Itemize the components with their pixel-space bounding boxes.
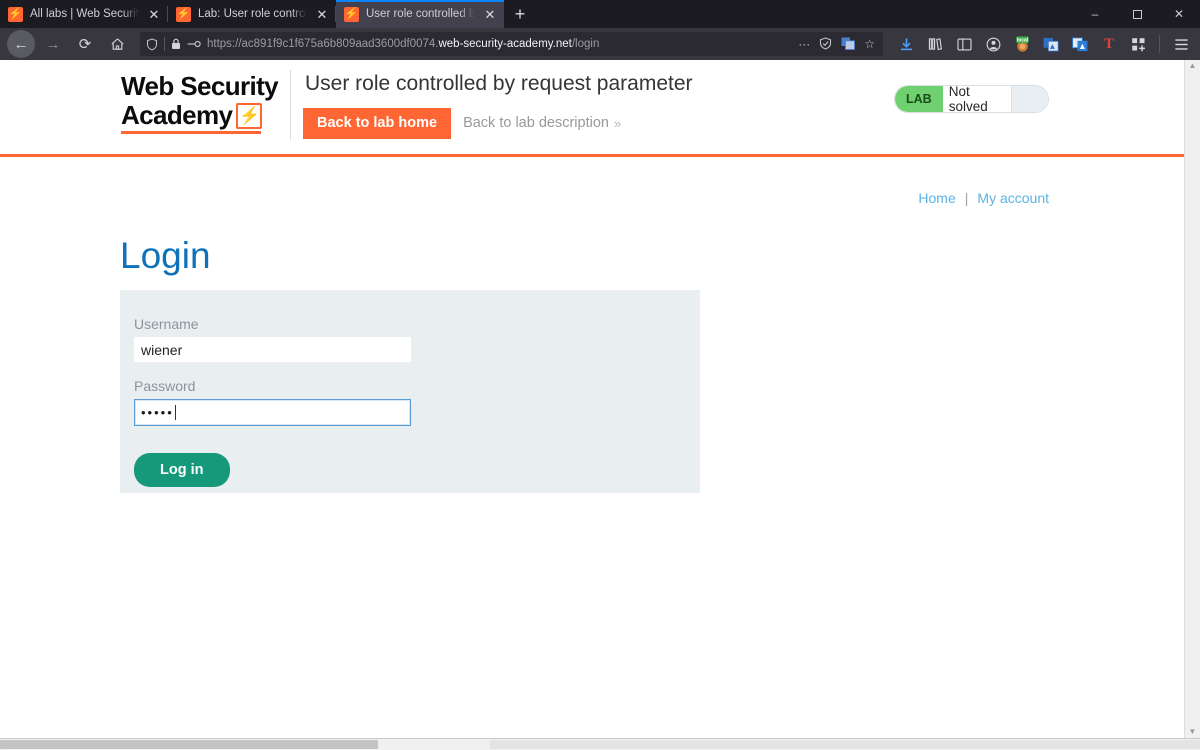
minimize-button[interactable]: –: [1074, 0, 1116, 28]
back-arrow-icon: ←: [13, 35, 29, 53]
reader-mode-icon[interactable]: [819, 36, 832, 52]
home-icon: [110, 37, 124, 50]
downloads-icon[interactable]: [893, 31, 919, 57]
tab-strip: ⚡ All labs | Web Security Academy ✕ ⚡ La…: [0, 0, 1200, 28]
address-bar-actions: ··· ☆: [798, 36, 877, 52]
tab-close-icon[interactable]: ✕: [314, 6, 330, 22]
logo-line-1: Web Security: [121, 71, 279, 101]
password-input[interactable]: •••••: [134, 399, 411, 426]
reload-icon: ⟳: [78, 36, 92, 53]
extension-autofill-icon[interactable]: [1067, 31, 1093, 57]
maximize-icon: [1132, 9, 1142, 19]
tab-title: User role controlled by request: [366, 8, 475, 20]
extensions-grid-icon[interactable]: [1125, 31, 1151, 57]
lab-status-tail: [1010, 86, 1048, 112]
url-text[interactable]: https://ac891f9c1f675a6b809aad3600df0074…: [207, 38, 792, 50]
site-header: Web Security Academy ⚡ User role control…: [0, 60, 1184, 157]
tab-title: All labs | Web Security Academy: [30, 8, 139, 20]
sidebar-icon[interactable]: [951, 31, 977, 57]
field-spacer: [134, 362, 700, 378]
logo-line-2-text: Academy: [121, 100, 233, 130]
logo-line-2: Academy ⚡: [121, 101, 291, 130]
tab-title: Lab: User role controlled by req: [198, 8, 307, 20]
logo-underline: [121, 131, 261, 134]
account-icon[interactable]: [980, 31, 1006, 57]
window-controls: – ✕: [1074, 0, 1200, 28]
username-input[interactable]: [134, 337, 411, 362]
browser-window: ⚡ All labs | Web Security Academy ✕ ⚡ La…: [0, 0, 1200, 750]
text-tool-icon[interactable]: T: [1096, 31, 1122, 57]
address-bar[interactable]: https://ac891f9c1f675a6b809aad3600df0074…: [140, 32, 883, 56]
header-divider: [290, 70, 291, 140]
forward-arrow-icon: →: [45, 35, 61, 53]
tracking-shield-icon[interactable]: [146, 37, 158, 51]
library-icon[interactable]: [922, 31, 948, 57]
address-bar-divider: [164, 37, 165, 51]
page-viewport: Web Security Academy ⚡ User role control…: [0, 60, 1200, 738]
url-path: /login: [571, 38, 600, 50]
lab-badge: LAB: [895, 86, 943, 112]
url-prefix: https://ac891f9c1f675a6b809aad3600df0074…: [207, 38, 439, 50]
page-top-navigation: Home | My account: [918, 190, 1049, 206]
password-masked-value: •••••: [141, 405, 174, 420]
password-label: Password: [134, 378, 196, 394]
nav-link-home[interactable]: Home: [918, 190, 955, 206]
tab-close-icon[interactable]: ✕: [146, 6, 162, 22]
page-title: Login: [120, 235, 211, 276]
lightning-bolt-icon: ⚡: [344, 6, 359, 22]
toolbar-divider: [1159, 35, 1160, 53]
page-actions-icon[interactable]: ···: [798, 38, 810, 50]
lightning-bolt-icon: ⚡: [176, 6, 191, 22]
back-to-lab-description-label: Back to lab description: [463, 115, 609, 132]
permissions-key-icon[interactable]: [187, 39, 201, 49]
lab-title: User role controlled by request paramete…: [305, 72, 693, 95]
horizontal-scrollbar-thumb[interactable]: [0, 740, 378, 749]
nav-separator: |: [964, 190, 969, 206]
reload-button[interactable]: ⟳: [70, 30, 100, 58]
chevron-right-icon: »: [613, 115, 622, 131]
lightning-bolt-icon: ⚡: [236, 102, 263, 129]
web-page: Web Security Academy ⚡ User role control…: [0, 60, 1184, 738]
lab-status-widget[interactable]: LAB Not solved: [894, 85, 1049, 113]
lab-status-text: Not solved: [942, 86, 1011, 112]
home-button[interactable]: [102, 30, 132, 58]
local-extension-icon[interactable]: local: [1009, 31, 1035, 57]
nav-link-my-account[interactable]: My account: [977, 190, 1049, 206]
browser-tab-1[interactable]: ⚡ All labs | Web Security Academy ✕: [0, 0, 168, 28]
lightning-bolt-icon: ⚡: [8, 6, 23, 22]
login-form: Username Password ••••• Log in: [120, 290, 700, 493]
maximize-button[interactable]: [1116, 0, 1158, 28]
forward-button[interactable]: →: [38, 30, 68, 58]
back-to-lab-description-link[interactable]: Back to lab description »: [463, 115, 621, 131]
lock-icon[interactable]: [171, 38, 181, 50]
horizontal-scrollbar-track[interactable]: [490, 740, 1200, 749]
back-to-lab-home-button[interactable]: Back to lab home: [303, 108, 452, 139]
site-logo[interactable]: Web Security Academy ⚡: [121, 72, 291, 134]
scroll-down-arrow-icon[interactable]: ▼: [1189, 728, 1197, 736]
close-button[interactable]: ✕: [1158, 0, 1200, 28]
scroll-up-arrow-icon[interactable]: ▲: [1189, 62, 1197, 70]
browser-toolbar-icons: local T: [893, 31, 1194, 57]
url-host: web-security-academy.net: [438, 38, 572, 50]
navigation-toolbar: ← → ⟳ https://ac891f9c1f675a6b809aad3600…: [0, 28, 1200, 60]
bookmark-star-icon[interactable]: ☆: [864, 38, 875, 50]
app-menu-icon[interactable]: [1168, 31, 1194, 57]
login-submit-button[interactable]: Log in: [134, 453, 230, 487]
back-button[interactable]: ←: [6, 30, 36, 58]
lab-actions: Back to lab home Back to lab description…: [303, 108, 621, 139]
extension-blue-icon[interactable]: [1038, 31, 1064, 57]
tab-close-icon[interactable]: ✕: [482, 6, 498, 22]
new-tab-button[interactable]: +: [504, 0, 536, 28]
local-badge-text: local: [1016, 37, 1028, 43]
browser-tab-2[interactable]: ⚡ Lab: User role controlled by req ✕: [168, 0, 336, 28]
username-label: Username: [134, 316, 199, 332]
vertical-scrollbar[interactable]: ▲ ▼: [1184, 60, 1200, 738]
translate-icon[interactable]: [841, 37, 856, 52]
horizontal-scrollbar[interactable]: [0, 738, 1200, 750]
browser-tab-3-active[interactable]: ⚡ User role controlled by request ✕: [336, 0, 504, 28]
text-cursor: [174, 405, 176, 420]
